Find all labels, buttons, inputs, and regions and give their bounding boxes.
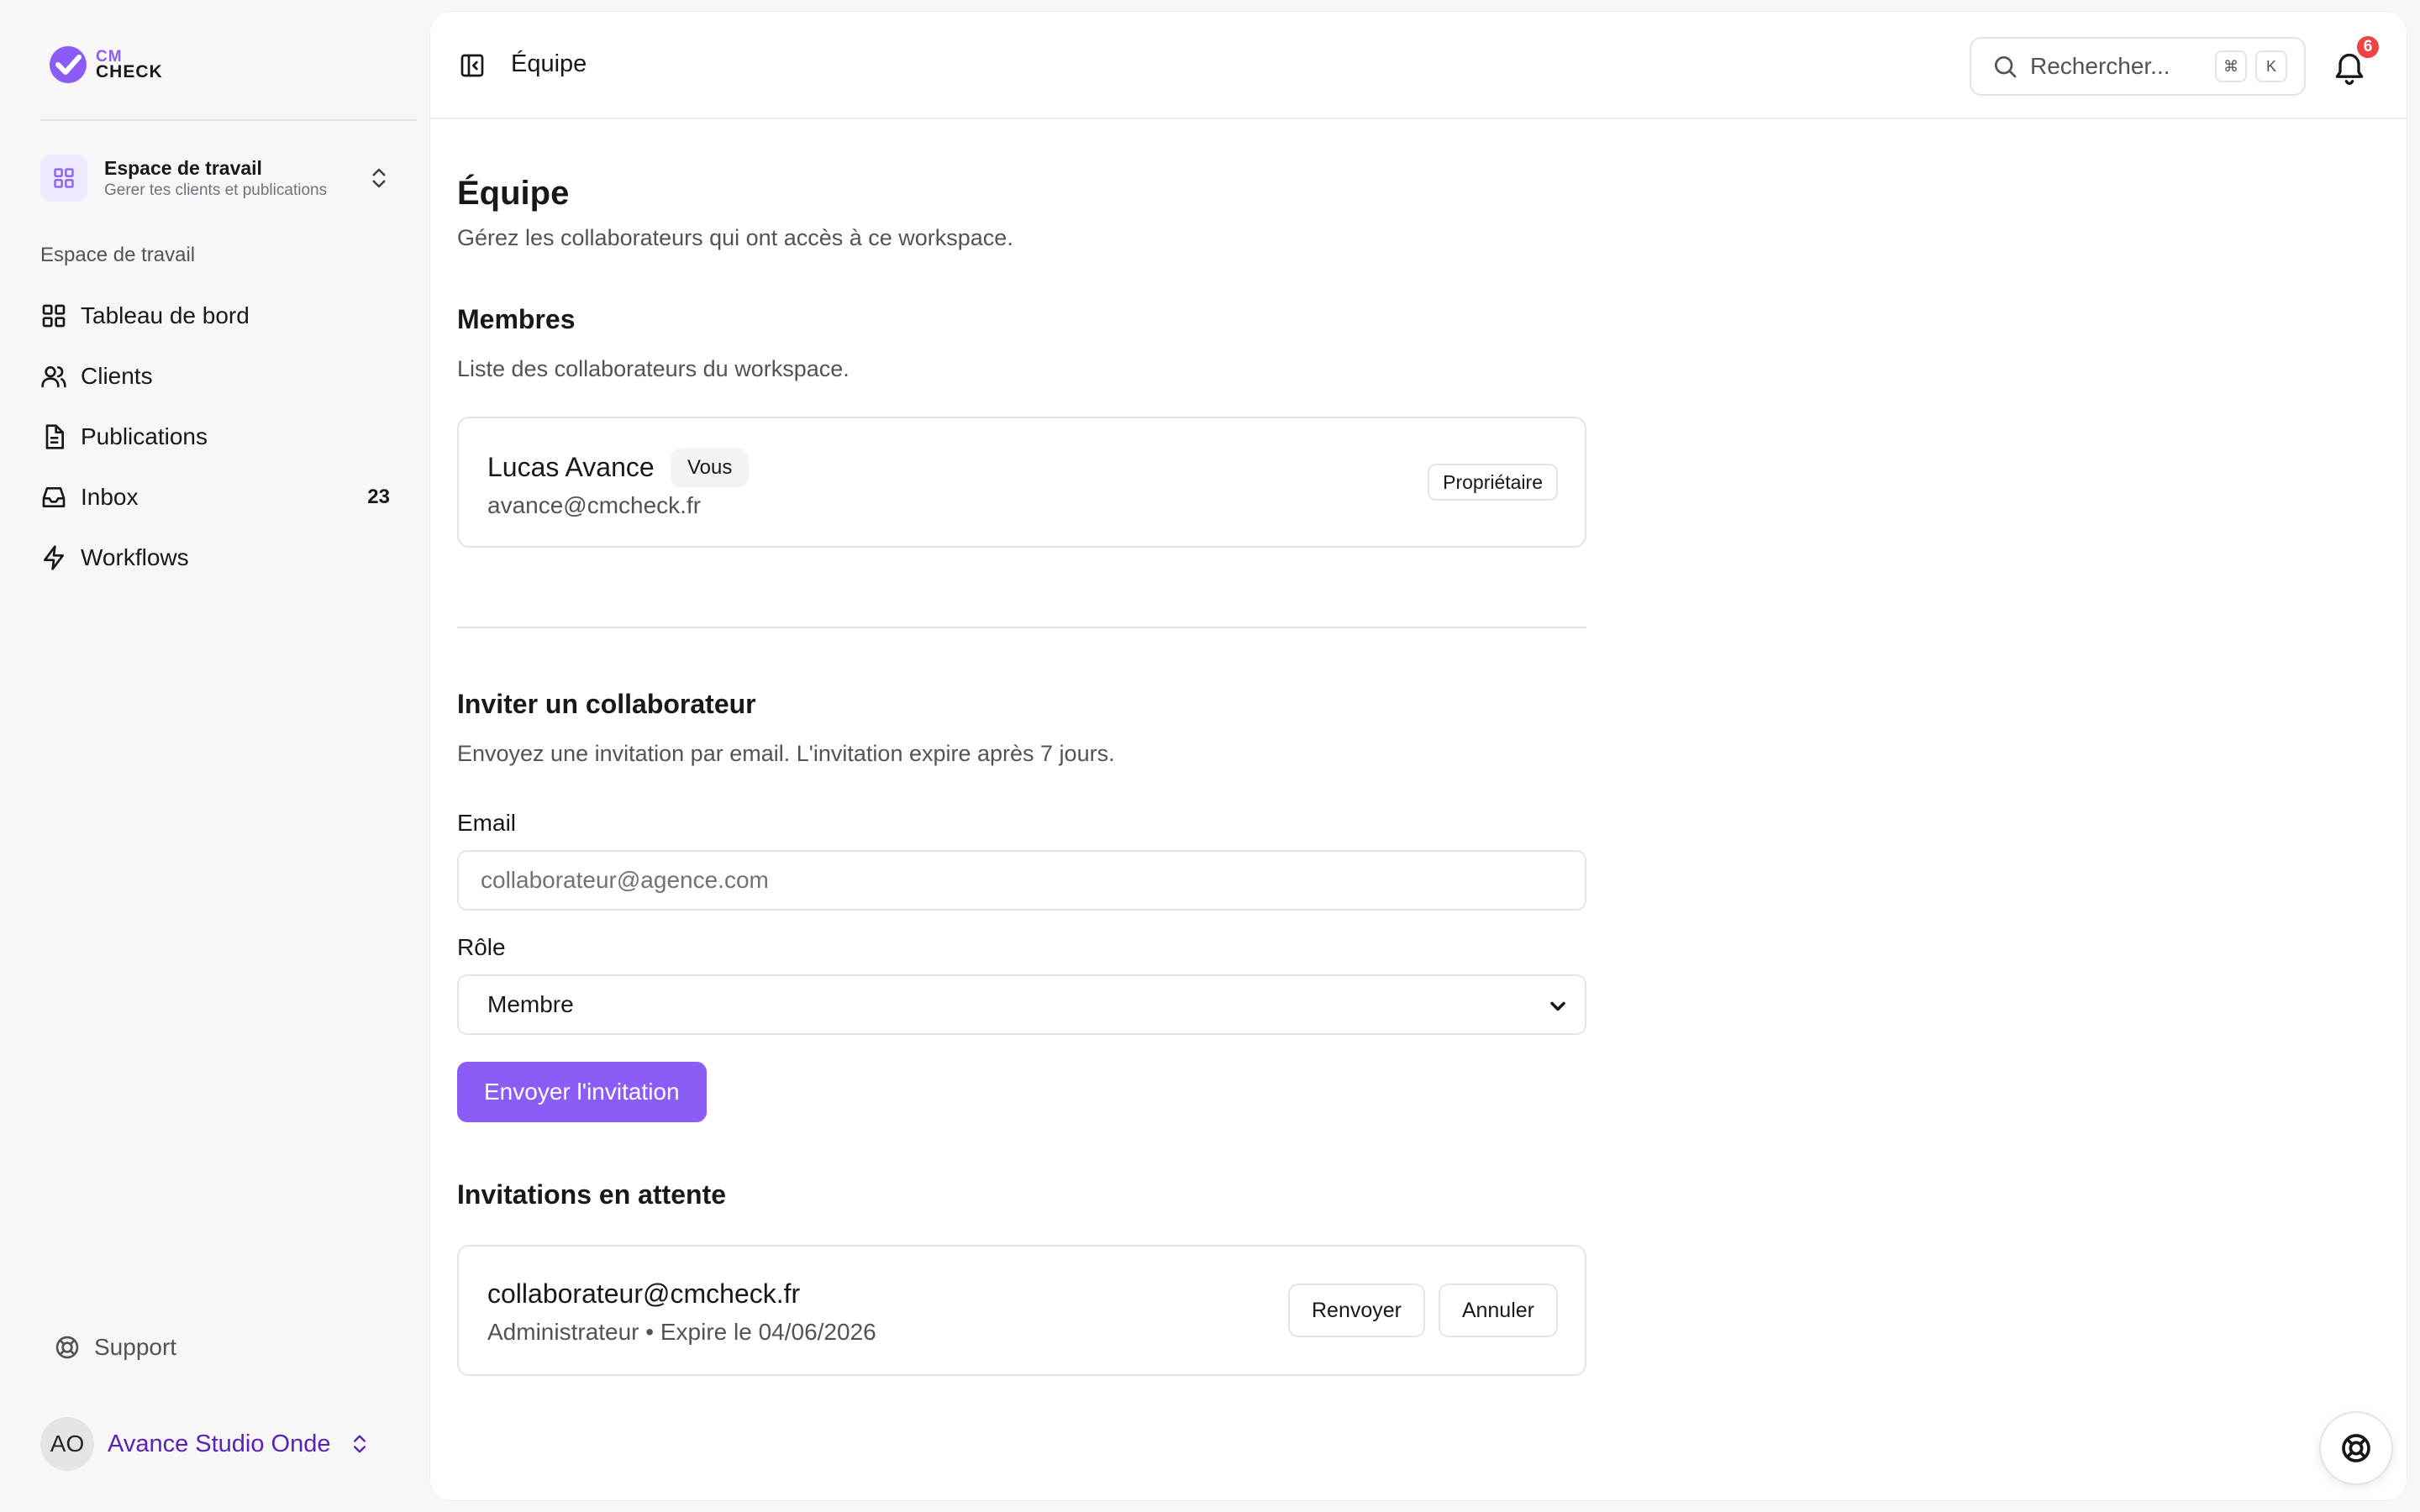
role-select[interactable]: Membre — [457, 974, 1586, 1035]
workspace-subtitle: Gerer tes clients et publications — [104, 181, 328, 199]
member-name: Lucas Avance — [487, 452, 655, 482]
chevron-down-icon — [1550, 1001, 1565, 1011]
users-icon — [41, 366, 66, 388]
sidebar-item-label: Tableau de bord — [81, 302, 250, 328]
search-box[interactable]: ⌘ K — [1970, 37, 2306, 96]
email-field[interactable] — [457, 850, 1586, 911]
support-link[interactable]: Support — [54, 1334, 176, 1361]
lifebuoy-icon — [2342, 1434, 2370, 1462]
page-title: Équipe — [457, 175, 570, 212]
role-select-value: Membre — [487, 991, 574, 1017]
check-badge-icon — [50, 46, 87, 83]
inbox-count: 23 — [367, 486, 390, 508]
main-panel: Équipe ⌘ K 6 Équipe Gérez les collaborat… — [430, 12, 2407, 1500]
search-input[interactable] — [2030, 53, 2207, 80]
support-label: Support — [94, 1334, 177, 1360]
sidebar-toggle-icon[interactable] — [459, 52, 486, 79]
cancel-invitation-button[interactable]: Annuler — [1438, 1284, 1558, 1337]
topbar: Équipe ⌘ K 6 — [430, 12, 2407, 119]
role-badge: Propriétaire — [1428, 464, 1558, 501]
sidebar-section-label: Espace de travail — [40, 244, 196, 266]
sidebar: CM CHECK Espace de travail Gerer tes cli… — [0, 0, 430, 1512]
role-label: Rôle — [457, 934, 506, 960]
breadcrumb: Équipe — [511, 50, 587, 77]
search-icon — [1995, 56, 2017, 78]
sidebar-item-clients[interactable]: Clients — [40, 346, 397, 407]
resend-button[interactable]: Renvoyer — [1288, 1284, 1425, 1337]
members-description: Liste des collaborateurs du workspace. — [457, 356, 850, 381]
sidebar-item-dashboard[interactable]: Tableau de bord — [40, 286, 397, 346]
invitation-meta: Administrateur • Expire le 04/06/2026 — [487, 1319, 876, 1345]
notification-badge: 6 — [2354, 34, 2381, 60]
you-badge: Vous — [671, 449, 750, 487]
members-title: Membres — [457, 304, 576, 334]
workspace-grid-icon — [40, 155, 87, 202]
sidebar-item-label: Workflows — [81, 544, 189, 570]
sidebar-item-label: Clients — [81, 363, 153, 389]
document-icon — [45, 424, 64, 449]
sidebar-nav: Tableau de bord Clients Publications Inb… — [40, 286, 397, 588]
sidebar-divider — [40, 119, 417, 121]
page-description: Gérez les collaborateurs qui ont accès à… — [457, 225, 1013, 250]
sidebar-item-publications[interactable]: Publications — [40, 407, 397, 467]
lifebuoy-icon — [55, 1336, 79, 1359]
invite-description: Envoyez une invitation par email. L'invi… — [457, 741, 1115, 766]
account-switcher[interactable]: AO Avance Studio Onde — [40, 1416, 397, 1472]
brand-line2: CHECK — [96, 62, 163, 81]
account-name: Avance Studio Onde — [108, 1430, 331, 1457]
section-divider — [457, 627, 1586, 628]
send-invitation-button[interactable]: Envoyer l'invitation — [457, 1062, 707, 1122]
sidebar-item-inbox[interactable]: Inbox 23 — [40, 467, 397, 528]
invite-title: Inviter un collaborateur — [457, 689, 756, 719]
sidebar-item-workflows[interactable]: Workflows — [40, 528, 397, 588]
help-button[interactable] — [2319, 1411, 2393, 1485]
email-label: Email — [457, 810, 517, 836]
member-email: avance@cmcheck.fr — [487, 492, 702, 518]
workspace-title: Espace de travail — [104, 156, 262, 179]
invitation-email: collaborateur@cmcheck.fr — [487, 1278, 801, 1309]
brand-wordmark: CM CHECK — [96, 49, 163, 81]
pending-invitation-card: collaborateur@cmcheck.fr Administrateur … — [457, 1245, 1586, 1376]
grid-icon — [42, 304, 66, 328]
pending-title: Invitations en attente — [457, 1179, 727, 1210]
shortcut-mod-key: ⌘ — [2215, 50, 2247, 82]
inbox-icon — [42, 487, 66, 507]
chevron-up-down-icon — [354, 1435, 366, 1453]
sidebar-item-label: Publications — [81, 423, 208, 449]
member-card: Lucas Avance Vous avance@cmcheck.fr Prop… — [457, 417, 1586, 548]
sidebar-item-label: Inbox — [81, 484, 139, 510]
avatar: AO — [40, 1417, 94, 1471]
workspace-switcher[interactable]: Espace de travail Gerer tes clients et p… — [40, 151, 397, 205]
brand-logo[interactable]: CM CHECK — [47, 44, 163, 86]
lightning-icon — [44, 545, 64, 570]
shortcut-k-key: K — [2255, 50, 2287, 82]
chevron-up-down-icon — [372, 168, 386, 188]
